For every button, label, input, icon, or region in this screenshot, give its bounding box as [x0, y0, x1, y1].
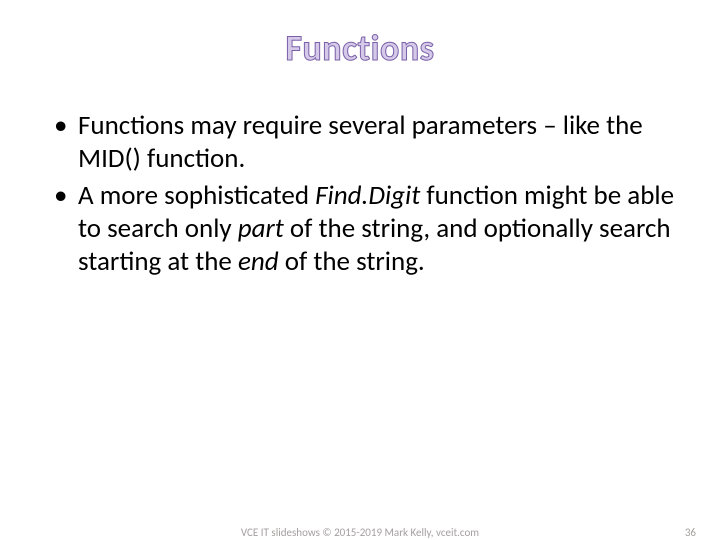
footer-page-number: 36 — [685, 526, 696, 539]
slide: Functions Functions may require several … — [0, 0, 720, 540]
bullet-item: Functions may require several parameters… — [48, 110, 680, 176]
bullet-item: A more sophisticated Find.Digit function… — [48, 180, 680, 279]
bullet-text-segment: of the string. — [279, 245, 425, 278]
bullet-list: Functions may require several parameters… — [48, 110, 680, 279]
bullet-text-segment: A more sophisticated — [78, 179, 315, 212]
slide-title: Functions — [30, 26, 690, 70]
bullet-text-segment: end — [238, 245, 279, 278]
footer-credit: VCE IT slideshows © 2015-2019 Mark Kelly… — [241, 526, 479, 539]
bullet-text-segment: part — [238, 212, 284, 245]
slide-body: Functions may require several parameters… — [30, 110, 690, 279]
bullet-text-segment: Functions may require several parameters… — [78, 109, 643, 175]
bullet-text-segment: Find.Digit — [315, 179, 420, 212]
